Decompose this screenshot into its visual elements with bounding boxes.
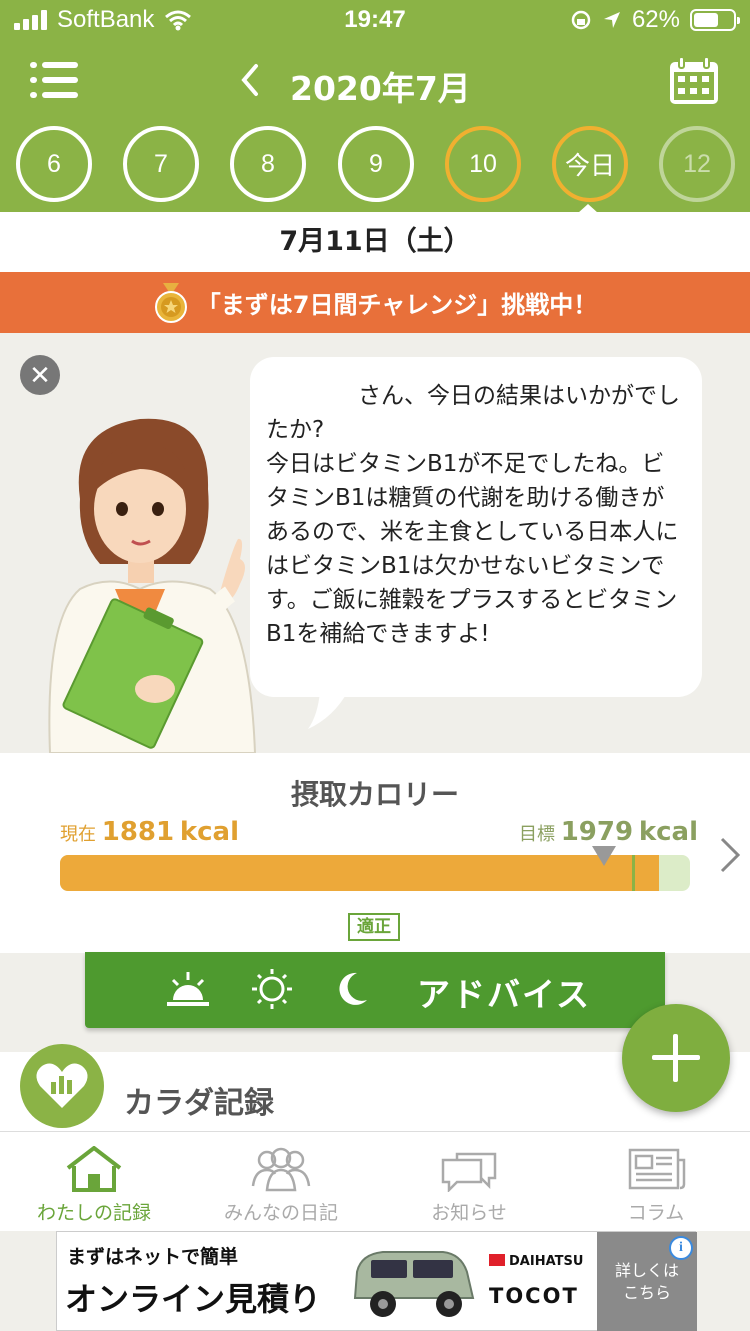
moon-icon	[339, 972, 367, 1005]
tab-notices[interactable]: お知らせ	[375, 1132, 563, 1232]
calendar-header: 2020年7月 6 7 8 9 10 今日 12	[0, 40, 750, 212]
add-record-button[interactable]	[622, 1004, 730, 1112]
tab-everyone-diary[interactable]: みんなの日記	[187, 1132, 375, 1232]
ad-info-icon[interactable]: i	[669, 1236, 693, 1260]
people-icon	[251, 1147, 311, 1192]
medal-icon	[154, 282, 187, 323]
tab-label: みんなの日記	[223, 1202, 338, 1224]
day-10[interactable]: 10	[445, 126, 521, 202]
day-6[interactable]: 6	[16, 126, 92, 202]
status-right: 62%	[570, 6, 740, 34]
ad-line1: まずはネットで簡単	[67, 1246, 239, 1268]
advice-panel: ✕ さん、今日の結果はいかがでしたか? 今日はビタミンB1が不足でしたね。ビタミ…	[0, 333, 750, 753]
challenge-banner[interactable]: 「まずは7日間チャレンジ」挑戦中！	[0, 272, 750, 333]
target-unit: kcal	[638, 817, 698, 847]
current-unit: kcal	[179, 817, 240, 847]
advice-button-label: アドバイス	[417, 975, 592, 1014]
newspaper-icon	[628, 1148, 686, 1190]
ad-more-label: 詳しくは こちら	[614, 1261, 679, 1302]
selected-date: 7月11日（土）	[0, 212, 750, 272]
rotation-lock-icon	[571, 10, 591, 30]
advice-button[interactable]: アドバイス	[85, 952, 665, 1028]
day-7[interactable]: 7	[123, 126, 199, 202]
calorie-title: 摂取カロリー	[290, 778, 459, 811]
day-selector: 6 7 8 9 10 今日 12	[16, 126, 736, 202]
tab-label: わたしの記録	[36, 1202, 151, 1224]
sun-icon	[252, 969, 292, 1009]
tab-my-records[interactable]: わたしの記録	[0, 1132, 188, 1232]
status-bar: SoftBank 19:47 62%	[0, 0, 750, 40]
calorie-target: 目標 1979 kcal	[519, 817, 698, 847]
ad-model: TOCOT	[489, 1284, 579, 1308]
home-icon	[66, 1146, 122, 1192]
ad-brand-text: DAIHATSU	[509, 1254, 584, 1269]
target-value: 1979	[560, 817, 634, 847]
chat-icon	[441, 1152, 497, 1192]
prev-month-button[interactable]	[236, 62, 266, 98]
current-value: 1881	[101, 817, 175, 847]
tab-bar: わたしの記録 みんなの日記 お知らせ コラム	[0, 1131, 750, 1231]
day-9[interactable]: 9	[338, 126, 414, 202]
calorie-progress-fill	[60, 855, 659, 891]
location-icon	[603, 12, 620, 28]
menu-button[interactable]	[30, 60, 78, 100]
ad-line2: オンライン見積り	[65, 1280, 322, 1318]
calorie-pointer	[592, 846, 616, 866]
advice-bubble: さん、今日の結果はいかがでしたか? 今日はビタミンB1が不足でしたね。ビタミンB…	[250, 357, 702, 697]
heart-chart-icon	[20, 1044, 104, 1128]
calendar-icon[interactable]	[668, 56, 720, 106]
day-12[interactable]: 12	[659, 126, 735, 202]
ad-banner[interactable]: まずはネットで簡単 オンライン見積り DAIHATSU TOCOT 詳しくは こ…	[56, 1231, 697, 1331]
sunrise-icon	[167, 972, 209, 1006]
nurse-illustration	[48, 418, 257, 753]
month-title: 2020年7月	[290, 69, 471, 108]
battery-percent: 62%	[631, 6, 680, 33]
challenge-label: 「まずは7日間チャレンジ」挑戦中！	[196, 291, 598, 319]
tab-label: お知らせ	[431, 1202, 507, 1224]
calorie-target-marker	[632, 855, 635, 891]
tab-label: コラム	[627, 1202, 685, 1224]
bubble-tail	[308, 691, 348, 729]
day-8[interactable]: 8	[230, 126, 306, 202]
chevron-right-icon[interactable]	[718, 835, 742, 875]
calorie-status-badge: 適正	[348, 913, 400, 941]
current-prefix: 現在	[60, 824, 96, 845]
ad-brand: DAIHATSU	[489, 1254, 583, 1269]
tab-column[interactable]: コラム	[562, 1132, 750, 1232]
body-record-label: カラダ記録	[124, 1086, 274, 1121]
calorie-current: 現在 1881 kcal	[60, 817, 239, 847]
battery-icon	[690, 9, 740, 31]
day-today[interactable]: 今日	[552, 126, 628, 202]
target-prefix: 目標	[518, 824, 555, 845]
car-image	[353, 1251, 475, 1317]
calorie-card[interactable]: 摂取カロリー 現在 1881 kcal 目標 1979 kcal 適正	[0, 753, 750, 953]
